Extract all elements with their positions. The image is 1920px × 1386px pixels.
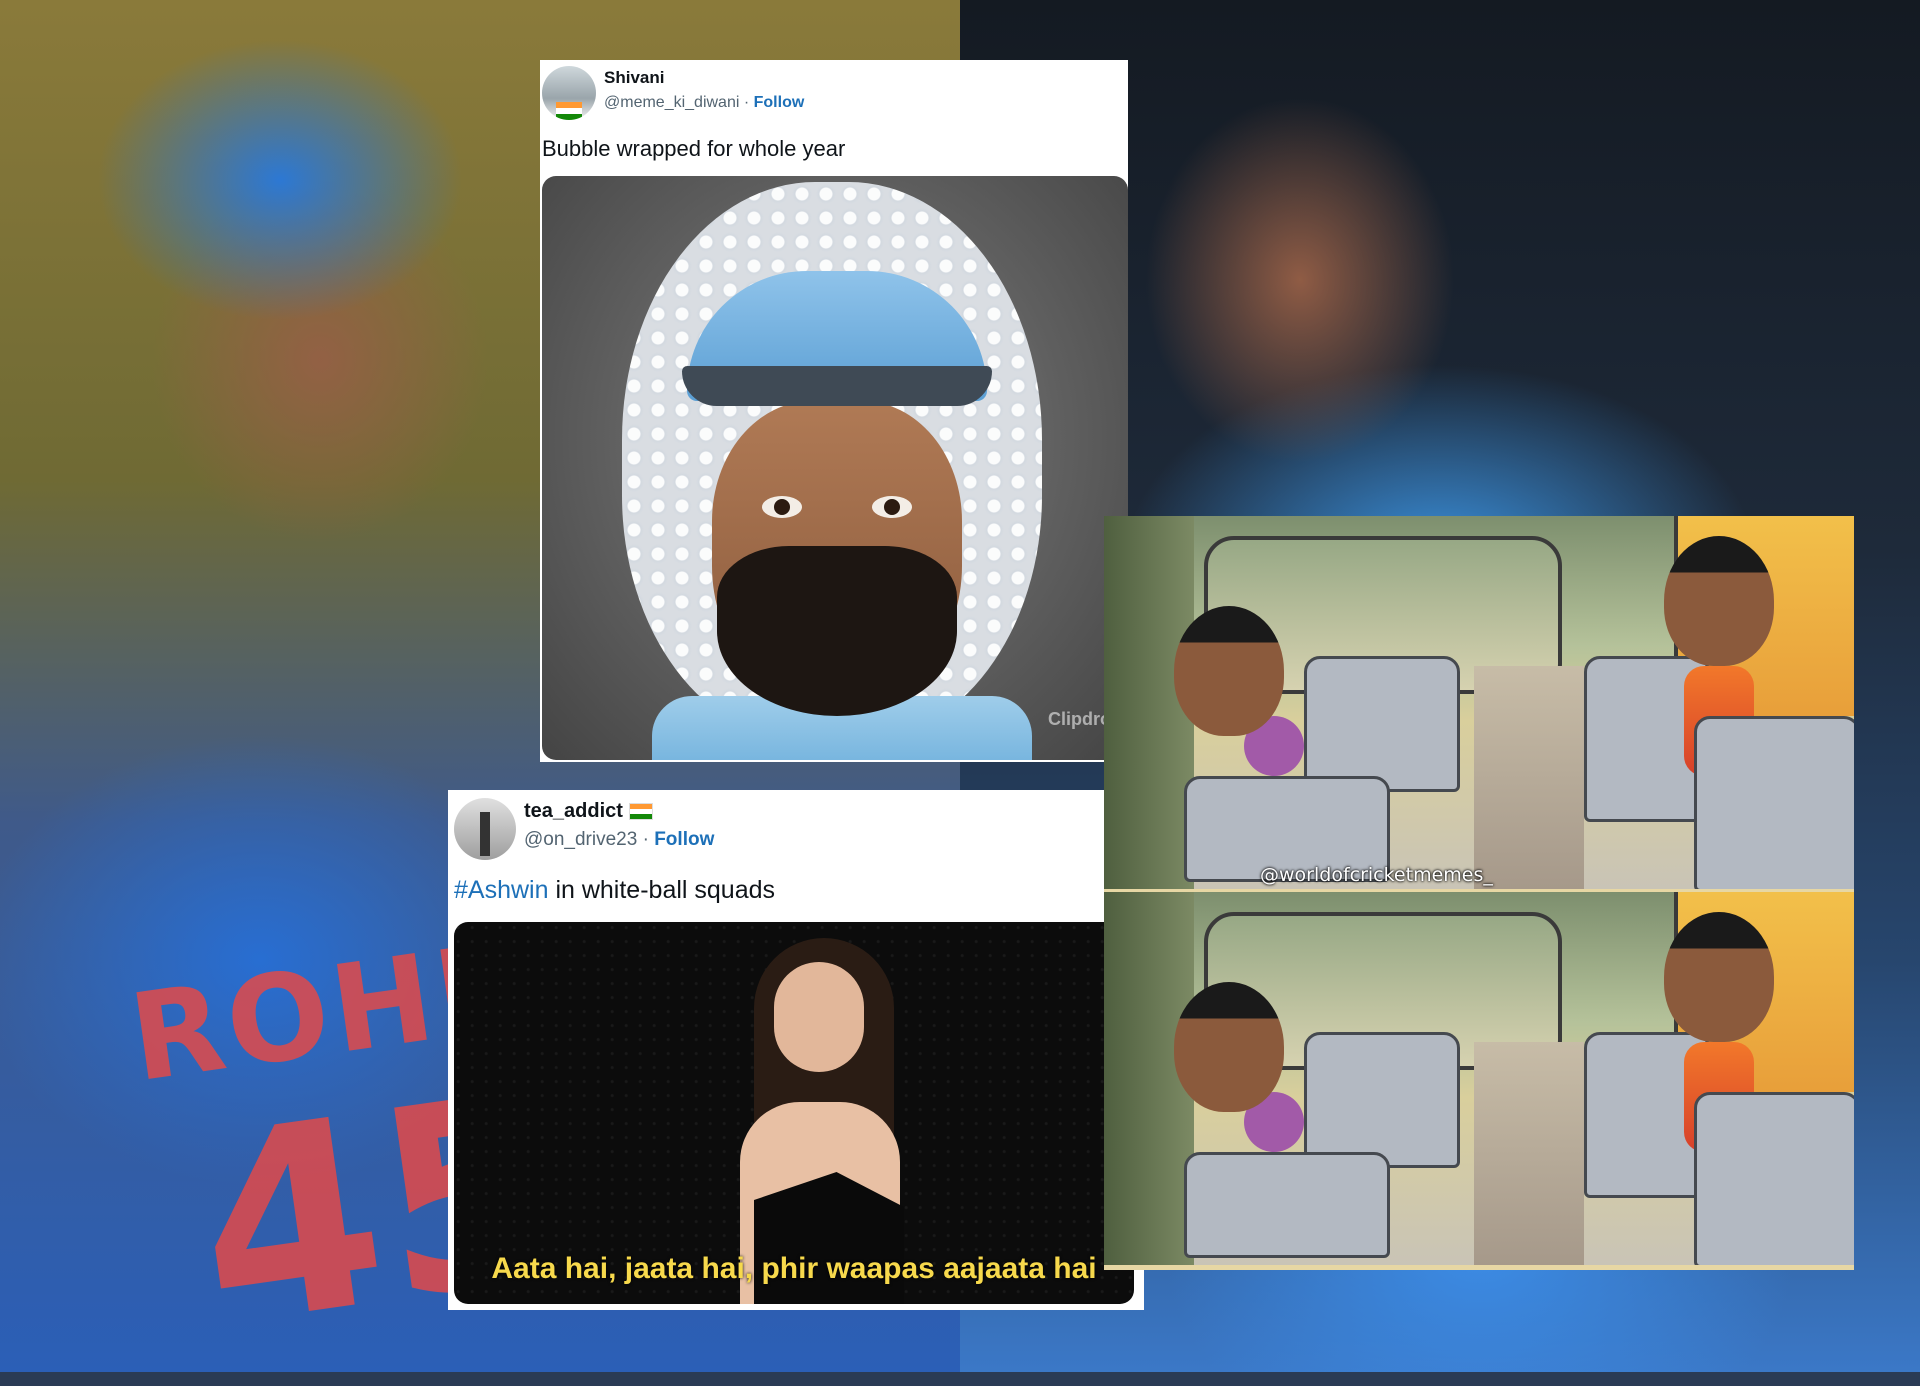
bus-aisle: [1474, 666, 1584, 889]
handle-line: @on_drive23 · Follow: [524, 829, 714, 851]
happy-passenger-face: [1664, 912, 1774, 1042]
avatar[interactable]: [454, 798, 516, 860]
author-block: Shivani @meme_ki_diwani · Follow: [604, 66, 804, 112]
tweet-card-tea-addict: tea_addict @on_drive23 · Follow #Ashwin …: [448, 790, 1144, 1310]
bus-aisle: [1474, 1042, 1584, 1265]
tweet-header: Shivani @meme_ki_diwani · Follow: [542, 66, 804, 120]
tweet-media-video[interactable]: Aata hai, jaata hai, phir waapas aajaata…: [454, 922, 1134, 1304]
tweet-header: tea_addict @on_drive23 · Follow: [454, 798, 714, 860]
tweet-media-image[interactable]: Clipdrop: [542, 176, 1128, 760]
left-eye: [762, 496, 802, 518]
sad-passenger-face: [1174, 982, 1284, 1112]
handle-line: @meme_ki_diwani · Follow: [604, 94, 804, 112]
sad-passenger-face: [1174, 606, 1284, 736]
handle[interactable]: @meme_ki_diwani: [604, 94, 739, 111]
beard: [717, 546, 957, 716]
comic-watermark: @worldofcricketmemes_: [1260, 864, 1493, 886]
face: [774, 962, 864, 1072]
comic-panel-top: [1104, 516, 1854, 889]
video-subtitle: Aata hai, jaata hai, phir waapas aajaata…: [491, 1252, 1097, 1285]
follow-button[interactable]: Follow: [654, 829, 714, 850]
tweet-text: Bubble wrapped for whole year: [542, 136, 846, 161]
handle[interactable]: @on_drive23: [524, 829, 637, 850]
hashtag-link[interactable]: #Ashwin: [454, 876, 549, 904]
bus-meme-comic: @worldofcricketmemes_: [1104, 516, 1854, 1270]
separator: ·: [637, 829, 655, 850]
tweet-text-rest: in white-ball squads: [548, 876, 776, 904]
india-flag-icon: [628, 803, 653, 821]
display-name-text: tea_addict: [524, 800, 623, 822]
tweet-card-shivani: Shivani @meme_ki_diwani · Follow Bubble …: [540, 60, 1128, 762]
author-block: tea_addict @on_drive23 · Follow: [524, 798, 714, 851]
happy-passenger-face: [1664, 536, 1774, 666]
bus-seat: [1694, 1092, 1854, 1265]
bus-seat: [1304, 1032, 1460, 1168]
bus-seat: [1694, 716, 1854, 889]
cap-brim: [682, 366, 992, 406]
right-eye: [872, 496, 912, 518]
display-name[interactable]: tea_addict: [524, 800, 714, 823]
comic-panel-bottom: [1104, 892, 1854, 1265]
tweet-text: #Ashwin in white-ball squads: [454, 876, 775, 905]
bus-seat: [1304, 656, 1460, 792]
separator: ·: [739, 94, 754, 111]
avatar[interactable]: [542, 66, 596, 120]
bus-seat: [1184, 1152, 1390, 1258]
follow-button[interactable]: Follow: [754, 94, 805, 111]
display-name[interactable]: Shivani: [604, 68, 804, 88]
